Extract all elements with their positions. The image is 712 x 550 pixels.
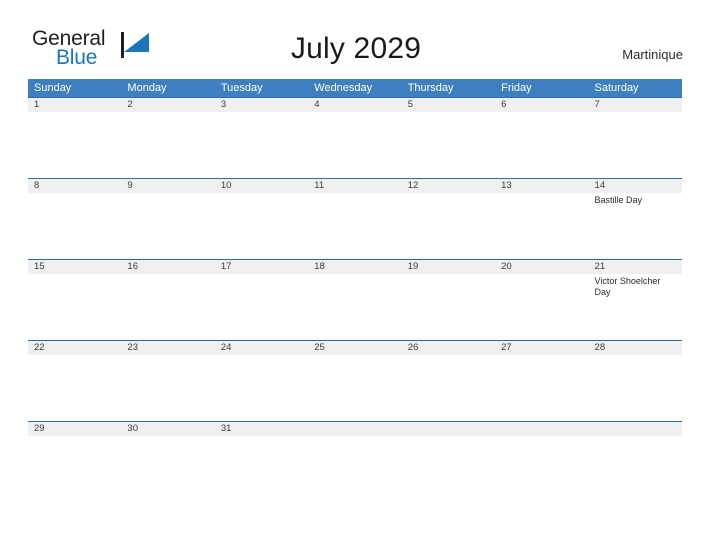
day-number: 13 bbox=[495, 179, 589, 193]
day-number: 29 bbox=[28, 422, 122, 436]
day-cell-15[interactable]: 15 bbox=[28, 260, 122, 340]
day-number: 18 bbox=[308, 260, 402, 274]
day-cell-27[interactable]: 27 bbox=[495, 341, 589, 421]
day-number: 9 bbox=[121, 179, 215, 193]
day-of-week-saturday: Saturday bbox=[594, 82, 639, 94]
calendar-weeks: 1 2 3 4 5 6 7 8 9 10 11 12 13 14 Bastille Day 15 16 17 18 1… bbox=[28, 97, 682, 502]
day-cell-19[interactable]: 19 bbox=[401, 260, 496, 340]
day-number: 27 bbox=[495, 341, 589, 355]
day-number: 14 bbox=[588, 179, 682, 193]
day-cell-11[interactable]: 11 bbox=[308, 179, 402, 259]
calendar-page: General Blue July 2029 Martinique Sunday… bbox=[0, 0, 712, 550]
day-cell-14[interactable]: 14 Bastille Day bbox=[588, 179, 682, 259]
calendar-grid: Sunday Monday Tuesday Wednesday Thursday Frid… bbox=[28, 79, 682, 502]
day-of-week-monday: Monday bbox=[127, 82, 167, 94]
day-cell-5[interactable]: 5 bbox=[401, 98, 496, 178]
day-cell-22[interactable]: 22 bbox=[28, 341, 122, 421]
day-number bbox=[495, 422, 589, 436]
day-cell-21[interactable]: 21 Victor Shoelcher Day bbox=[588, 260, 682, 340]
day-number: 31 bbox=[214, 422, 309, 436]
event-list: Bastille Day bbox=[589, 193, 682, 206]
day-cell-3[interactable]: 3 bbox=[214, 98, 309, 178]
day-cell-8[interactable]: 8 bbox=[28, 179, 122, 259]
day-number: 15 bbox=[28, 260, 122, 274]
day-number: 5 bbox=[401, 98, 496, 112]
day-cell-26[interactable]: 26 bbox=[401, 341, 496, 421]
day-cell-4[interactable]: 4 bbox=[308, 98, 402, 178]
day-of-week-friday: Friday bbox=[501, 82, 532, 94]
day-number: 25 bbox=[308, 341, 402, 355]
day-number: 10 bbox=[214, 179, 309, 193]
day-cell-31[interactable]: 31 bbox=[214, 422, 309, 502]
day-number: 8 bbox=[28, 179, 122, 193]
event-item[interactable]: Bastille Day bbox=[595, 195, 676, 206]
calendar-week-row: 22 23 24 25 26 27 28 bbox=[28, 340, 682, 421]
page-title: July 2029 bbox=[290, 32, 422, 65]
day-of-week-wednesday: Wednesday bbox=[314, 82, 373, 94]
day-number: 3 bbox=[214, 98, 309, 112]
day-number: 23 bbox=[121, 341, 215, 355]
day-number: 2 bbox=[121, 98, 215, 112]
day-cell-16[interactable]: 16 bbox=[121, 260, 215, 340]
day-number: 17 bbox=[214, 260, 309, 274]
day-number: 1 bbox=[28, 98, 122, 112]
day-cell-2[interactable]: 2 bbox=[121, 98, 215, 178]
day-number bbox=[308, 422, 402, 436]
day-cell-empty bbox=[401, 422, 496, 502]
day-number: 28 bbox=[588, 341, 682, 355]
day-cell-10[interactable]: 10 bbox=[214, 179, 309, 259]
day-cell-25[interactable]: 25 bbox=[308, 341, 402, 421]
day-cell-28[interactable]: 28 bbox=[588, 341, 682, 421]
day-cell-1[interactable]: 1 bbox=[28, 98, 122, 178]
calendar-week-row: 8 9 10 11 12 13 14 Bastille Day bbox=[28, 178, 682, 259]
day-of-week-header-row: Sunday Monday Tuesday Wednesday Thursday Frid… bbox=[28, 79, 682, 97]
day-cell-12[interactable]: 12 bbox=[401, 179, 496, 259]
day-number: 7 bbox=[588, 98, 682, 112]
day-of-week-tuesday: Tuesday bbox=[220, 82, 263, 94]
day-number: 16 bbox=[121, 260, 215, 274]
day-number: 30 bbox=[121, 422, 215, 436]
day-cell-empty bbox=[588, 422, 682, 502]
page-header: General Blue July 2029 Martinique bbox=[0, 0, 712, 79]
day-cell-29[interactable]: 29 bbox=[28, 422, 122, 502]
day-number bbox=[588, 422, 682, 436]
day-cell-7[interactable]: 7 bbox=[588, 98, 682, 178]
day-cell-17[interactable]: 17 bbox=[214, 260, 309, 340]
calendar-week-row: 1234567 bbox=[28, 97, 682, 178]
day-number: 4 bbox=[308, 98, 402, 112]
calendar-week-row: 15 16 17 18 19 20 21 Victor Shoelcher Day bbox=[28, 259, 682, 340]
event-item[interactable]: Victor Shoelcher Day bbox=[595, 276, 676, 298]
day-cell-6[interactable]: 6 bbox=[495, 98, 589, 178]
day-number: 26 bbox=[401, 341, 496, 355]
day-cell-20[interactable]: 20 bbox=[495, 260, 589, 340]
day-number: 12 bbox=[401, 179, 496, 193]
day-number: 22 bbox=[28, 341, 122, 355]
day-of-week-sunday: Sunday bbox=[34, 82, 72, 94]
day-cell-18[interactable]: 18 bbox=[308, 260, 402, 340]
day-number: 19 bbox=[401, 260, 496, 274]
day-number: 6 bbox=[495, 98, 589, 112]
day-of-week-thursday: Thursday bbox=[407, 82, 454, 94]
region-label: Martinique bbox=[622, 47, 683, 62]
calendar-week-row: 29 30 31 bbox=[28, 421, 682, 502]
day-cell-empty bbox=[495, 422, 589, 502]
day-cell-23[interactable]: 23 bbox=[121, 341, 215, 421]
day-number: 21 bbox=[588, 260, 682, 274]
day-number: 20 bbox=[495, 260, 589, 274]
day-number: 11 bbox=[308, 179, 402, 193]
day-cell-30[interactable]: 30 bbox=[121, 422, 215, 502]
day-cell-empty bbox=[308, 422, 402, 502]
event-list: Victor Shoelcher Day bbox=[589, 274, 682, 298]
day-number bbox=[401, 422, 496, 436]
day-number: 24 bbox=[214, 341, 309, 355]
day-cell-9[interactable]: 9 bbox=[121, 179, 215, 259]
day-cell-24[interactable]: 24 bbox=[214, 341, 309, 421]
day-cell-13[interactable]: 13 bbox=[495, 179, 589, 259]
